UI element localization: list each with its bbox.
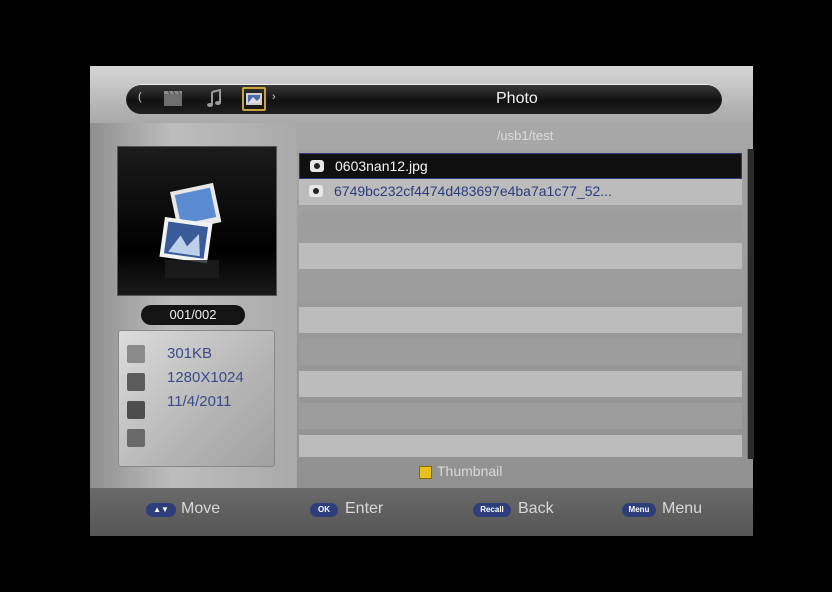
details-panel: 001/002 301KB 1280X1024 11/4/2011 (90, 123, 297, 493)
empty-row (299, 435, 742, 457)
empty-row (299, 339, 742, 365)
yellow-key-icon (419, 466, 432, 479)
enter-hint: Enter (345, 500, 384, 517)
resolution-icon (127, 373, 145, 391)
thumbnail-hint: Thumbnail (297, 459, 753, 485)
scrollbar[interactable] (747, 149, 754, 459)
page-title: Photo (496, 90, 538, 107)
media-browser-window: (› Photo 001/002 301KB 1280X1024 11/4/2… (90, 66, 754, 536)
recall-key-icon: Recall (473, 503, 511, 517)
left-arrow-icon[interactable]: ( (138, 91, 142, 103)
ok-key-icon: OK (310, 503, 338, 517)
header-bar: (› Photo (90, 66, 753, 123)
empty-row (299, 403, 742, 429)
video-icon[interactable] (162, 89, 184, 109)
empty-row (299, 307, 742, 333)
key-hint-bar: ▲▼ Move OK Enter Recall Back Menu Menu (90, 488, 753, 536)
file-info-box: 301KB 1280X1024 11/4/2011 (118, 330, 275, 467)
file-row[interactable]: 0603nan12.jpg (299, 153, 742, 179)
empty-row (299, 371, 742, 397)
file-name: 0603nan12.jpg (335, 158, 428, 174)
date-icon (127, 401, 145, 419)
back-hint: Back (518, 500, 554, 517)
file-list[interactable]: 0603nan12.jpg 6749bc232cf4474d483697e4ba… (297, 149, 747, 459)
menu-hint: Menu (662, 500, 703, 517)
camera-icon (310, 160, 324, 172)
category-pill: (› Photo (126, 84, 722, 114)
arrow-keys-icon: ▲▼ (146, 503, 176, 517)
camera-info-icon (127, 429, 145, 447)
file-counter: 001/002 (141, 305, 245, 325)
empty-row (299, 211, 742, 237)
current-path: /usb1/test (297, 123, 753, 149)
right-arrow-icon[interactable]: › (272, 91, 276, 103)
file-size: 301KB (167, 345, 213, 362)
empty-row (299, 243, 742, 269)
camera-icon (309, 185, 323, 197)
file-row[interactable]: 6749bc232cf4474d483697e4ba7a1c77_52... (299, 179, 742, 205)
thumbnail-preview (117, 146, 277, 296)
menu-key-icon: Menu (622, 503, 656, 517)
file-name: 6749bc232cf4474d483697e4ba7a1c77_52... (334, 183, 612, 199)
size-icon (127, 345, 145, 363)
music-icon[interactable] (204, 88, 226, 109)
photo-stack-icon (159, 182, 222, 278)
empty-row (299, 275, 742, 301)
file-resolution: 1280X1024 (167, 369, 244, 386)
thumbnail-label: Thumbnail (437, 463, 503, 479)
photo-icon[interactable] (242, 87, 266, 111)
file-date: 11/4/2011 (167, 393, 232, 410)
move-hint: Move (181, 500, 221, 517)
